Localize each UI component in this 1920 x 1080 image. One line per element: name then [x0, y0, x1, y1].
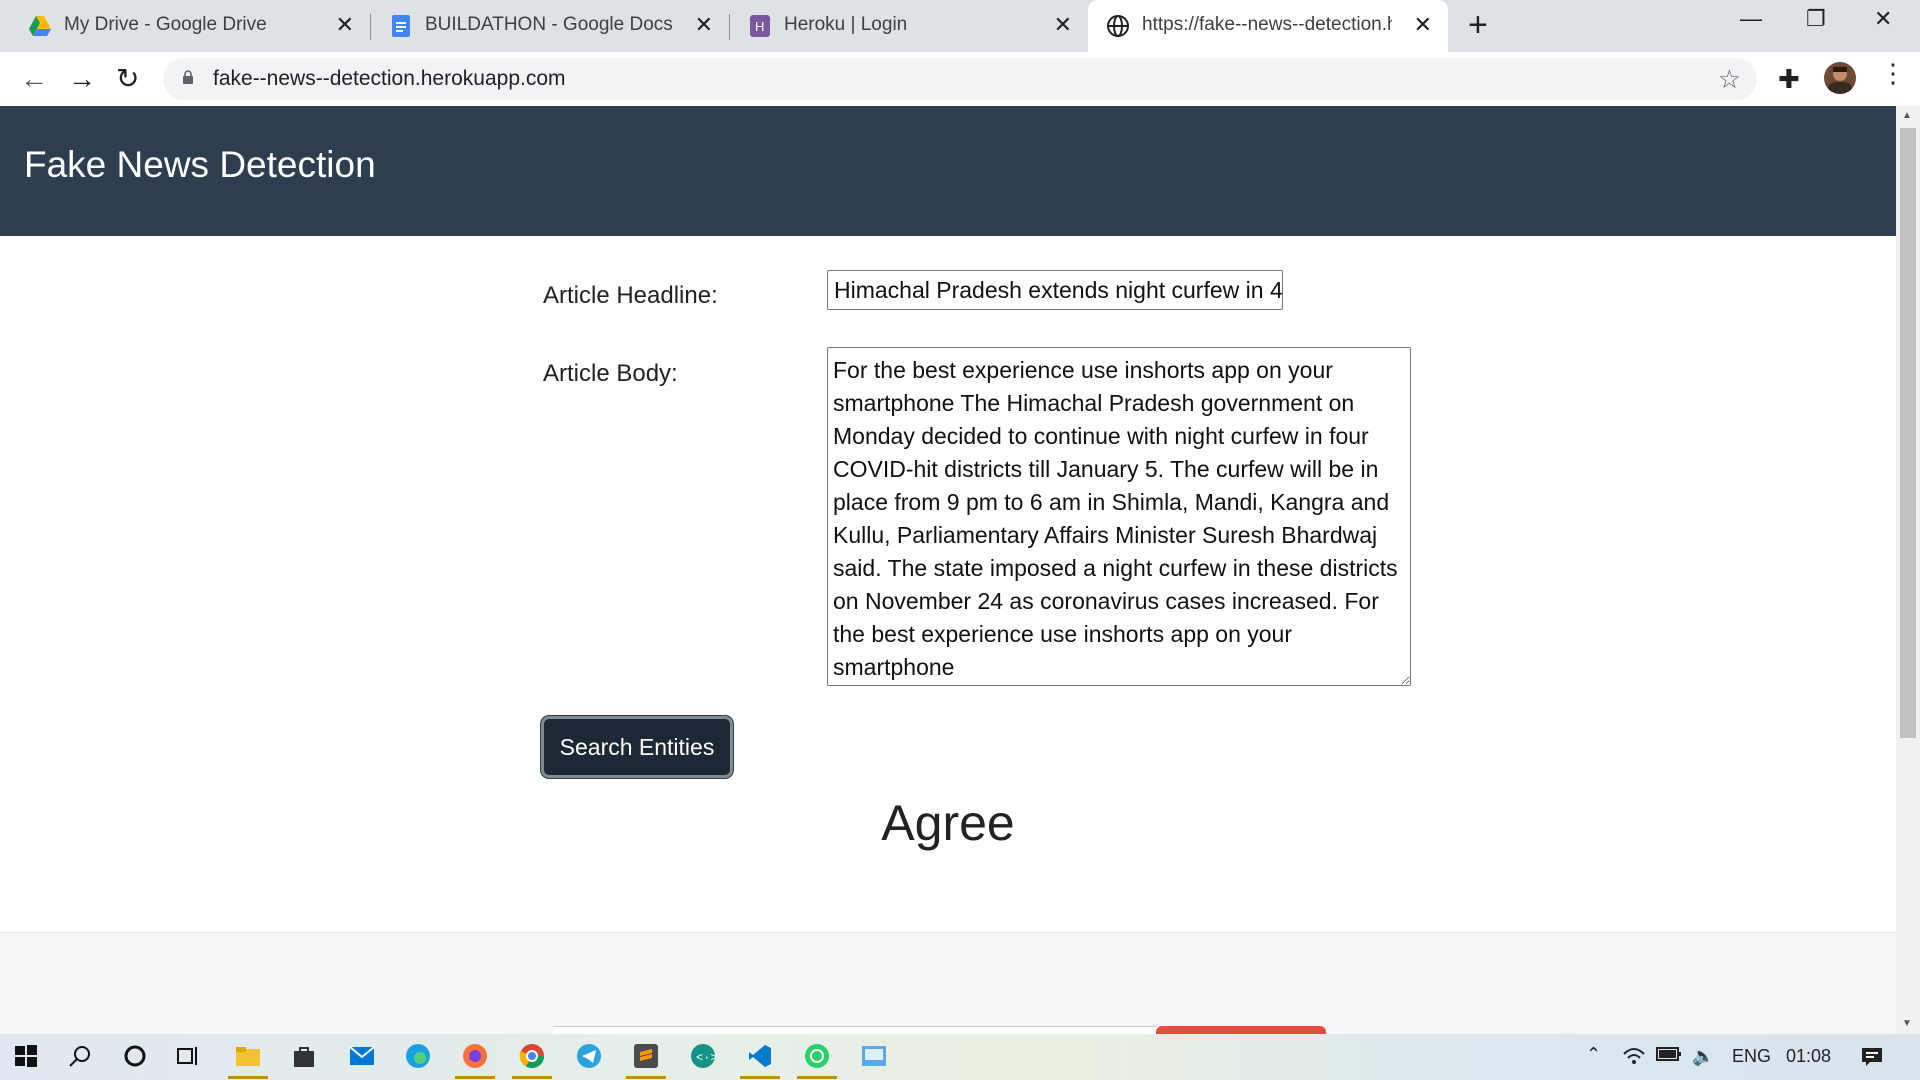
file-explorer-icon[interactable] — [234, 1042, 262, 1070]
firefox-icon[interactable] — [461, 1042, 489, 1070]
tab-google-docs[interactable]: BUILDATHON - Google Docs ✕ — [371, 0, 729, 52]
reload-icon[interactable]: ↻ — [116, 62, 139, 96]
new-tab-button[interactable]: + — [1468, 8, 1488, 42]
footer-bar — [553, 1026, 1157, 1034]
active-app-indicator — [626, 1076, 666, 1079]
forward-icon[interactable]: → — [68, 62, 96, 96]
remote-desktop-icon[interactable] — [860, 1042, 888, 1070]
edge-browser-icon[interactable] — [404, 1042, 432, 1070]
active-app-indicator — [228, 1076, 268, 1079]
page-scrollbar[interactable]: ▲ ▼ — [1896, 106, 1920, 1034]
gitkraken-icon[interactable]: <·> — [689, 1042, 717, 1070]
scroll-up-icon[interactable]: ▲ — [1902, 110, 1912, 121]
volume-icon[interactable]: 🔈 — [1692, 1046, 1714, 1067]
footer-accent — [1156, 1026, 1326, 1034]
battery-icon[interactable] — [1656, 1046, 1682, 1067]
search-icon[interactable] — [66, 1042, 94, 1070]
page-viewport: Fake News Detection Article Headline: Hi… — [0, 106, 1896, 1034]
chrome-icon[interactable] — [518, 1042, 546, 1070]
close-icon[interactable]: ✕ — [1054, 12, 1072, 38]
notifications-icon[interactable] — [1860, 1046, 1884, 1073]
task-view-icon[interactable] — [174, 1042, 202, 1070]
body-textarea[interactable]: For the best experience use inshorts app… — [827, 347, 1411, 686]
svg-text:H: H — [755, 19, 764, 34]
tab-title: https://fake--news--detection.herokuapp.… — [1142, 14, 1392, 35]
restore-icon[interactable]: ❐ — [1806, 6, 1826, 32]
back-icon[interactable]: ← — [20, 62, 48, 96]
close-icon[interactable]: ✕ — [336, 12, 354, 38]
body-label: Article Body: — [543, 360, 678, 387]
whatsapp-icon[interactable] — [803, 1042, 831, 1070]
tab-strip: My Drive - Google Drive ✕ BUILDATHON - G… — [0, 0, 1920, 52]
cortana-icon[interactable] — [121, 1042, 149, 1070]
globe-icon — [1107, 15, 1129, 37]
extensions-icon[interactable]: ✚ — [1778, 64, 1800, 95]
avatar[interactable] — [1824, 62, 1856, 94]
tab-google-drive[interactable]: My Drive - Google Drive ✕ — [0, 0, 370, 52]
clock-time[interactable]: 01:08 — [1786, 1046, 1831, 1067]
url-text: fake--news--detection.herokuapp.com — [213, 67, 566, 90]
footer-area — [0, 932, 1896, 1034]
mail-icon[interactable] — [348, 1042, 376, 1070]
wifi-icon[interactable] — [1622, 1046, 1646, 1071]
window-close-icon[interactable]: ✕ — [1874, 6, 1892, 32]
active-app-indicator — [797, 1076, 837, 1079]
site-header: Fake News Detection — [0, 106, 1896, 236]
bookmark-star-icon[interactable]: ☆ — [1718, 64, 1741, 95]
tab-title: My Drive - Google Drive — [64, 14, 267, 35]
windows-start-icon[interactable] — [12, 1042, 40, 1070]
active-app-indicator — [512, 1076, 552, 1079]
close-icon[interactable]: ✕ — [695, 12, 713, 38]
headline-input[interactable]: Himachal Pradesh extends night curfew in… — [827, 270, 1283, 310]
active-app-indicator — [740, 1076, 780, 1079]
kebab-menu-icon[interactable]: ⋮ — [1880, 58, 1906, 89]
scroll-down-icon[interactable]: ▼ — [1902, 1018, 1912, 1029]
minimize-icon[interactable]: — — [1740, 6, 1762, 32]
svg-text:<·>: <·> — [696, 1051, 716, 1065]
tab-fake-news-detection[interactable]: https://fake--news--detection.herokuapp.… — [1088, 0, 1448, 52]
browser-toolbar: ← → ↻ fake--news--detection.herokuapp.co… — [0, 52, 1920, 107]
search-entities-button[interactable]: Search Entities — [541, 716, 733, 778]
scroll-thumb[interactable] — [1900, 128, 1916, 738]
lock-icon — [183, 70, 193, 84]
tab-heroku[interactable]: H Heroku | Login ✕ — [730, 0, 1088, 52]
telegram-icon[interactable] — [575, 1042, 603, 1070]
sublime-text-icon[interactable] — [632, 1042, 660, 1070]
vscode-icon[interactable] — [746, 1042, 774, 1070]
tray-chevron-up-icon[interactable]: ⌃ — [1586, 1044, 1601, 1065]
windows-taskbar: <·> ⌃ 🔈 ENG 01:08 — [0, 1034, 1920, 1080]
heroku-icon: H — [750, 15, 770, 37]
store-icon[interactable] — [290, 1042, 318, 1070]
tab-title: Heroku | Login — [784, 14, 908, 35]
google-drive-icon — [29, 16, 51, 36]
active-app-indicator — [455, 1076, 495, 1079]
google-docs-icon — [392, 15, 410, 37]
profile-photo-icon — [1828, 67, 1852, 94]
address-bar[interactable]: fake--news--detection.herokuapp.com ☆ — [163, 58, 1757, 100]
prediction-result: Agree — [881, 795, 1015, 851]
language-indicator[interactable]: ENG — [1732, 1046, 1771, 1067]
headline-label: Article Headline: — [543, 282, 718, 309]
tab-title: BUILDATHON - Google Docs — [425, 14, 673, 35]
close-icon[interactable]: ✕ — [1414, 12, 1432, 38]
site-title: Fake News Detection — [24, 144, 376, 185]
